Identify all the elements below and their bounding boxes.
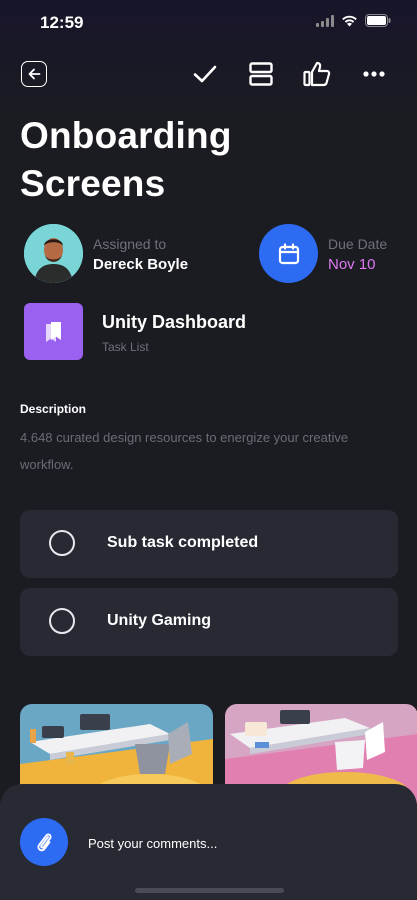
description-text: 4.648 curated design resources to energi… — [20, 430, 349, 472]
project-name: Unity Dashboard — [102, 312, 247, 332]
layout-icon — [249, 62, 273, 86]
task-title: Onboarding Screens — [20, 115, 232, 204]
subtask-checkbox[interactable] — [49, 530, 75, 556]
signal-icon — [316, 14, 334, 27]
subtask-checkbox[interactable] — [49, 608, 75, 634]
avatar[interactable] — [24, 224, 83, 283]
person-avatar-image — [24, 224, 83, 283]
more-button[interactable] — [359, 60, 389, 88]
due-date-value: Nov 10 — [328, 256, 376, 273]
checkmark-icon — [193, 65, 217, 83]
back-button[interactable] — [21, 61, 47, 87]
due-date-label: Due Date — [328, 236, 388, 252]
assignee-name: Dereck Boyle — [93, 256, 189, 273]
more-icon — [363, 71, 385, 77]
assigned-label: Assigned to — [93, 236, 167, 252]
wifi-icon — [342, 15, 357, 26]
status-icons — [316, 14, 391, 27]
toolbar — [0, 52, 417, 96]
thumbs-up-icon — [303, 61, 331, 87]
comment-input[interactable] — [88, 833, 368, 853]
bookmarks-icon — [45, 321, 61, 342]
subtask-label: Sub task completed — [107, 534, 259, 551]
back-arrow-icon — [28, 68, 40, 80]
subtask-label: Unity Gaming — [107, 612, 212, 629]
complete-button[interactable] — [190, 60, 220, 88]
calendar-icon — [278, 242, 299, 264]
home-indicator — [135, 888, 284, 893]
paperclip-icon — [37, 833, 52, 852]
status-time: 12:59 — [40, 13, 84, 32]
like-button[interactable] — [302, 60, 332, 88]
project-type: Task List — [102, 340, 149, 354]
description-heading: Description — [20, 402, 87, 416]
subtask-item[interactable]: Unity Gaming — [20, 588, 398, 656]
subtask-item[interactable]: Sub task completed — [20, 510, 398, 578]
project-icon-tile — [24, 303, 83, 360]
battery-icon — [365, 14, 391, 27]
status-bar: 12:59 — [0, 0, 417, 46]
comment-bar — [0, 784, 417, 900]
attach-button[interactable] — [20, 818, 68, 866]
due-date-button[interactable] — [259, 224, 318, 283]
layout-button[interactable] — [246, 60, 276, 88]
